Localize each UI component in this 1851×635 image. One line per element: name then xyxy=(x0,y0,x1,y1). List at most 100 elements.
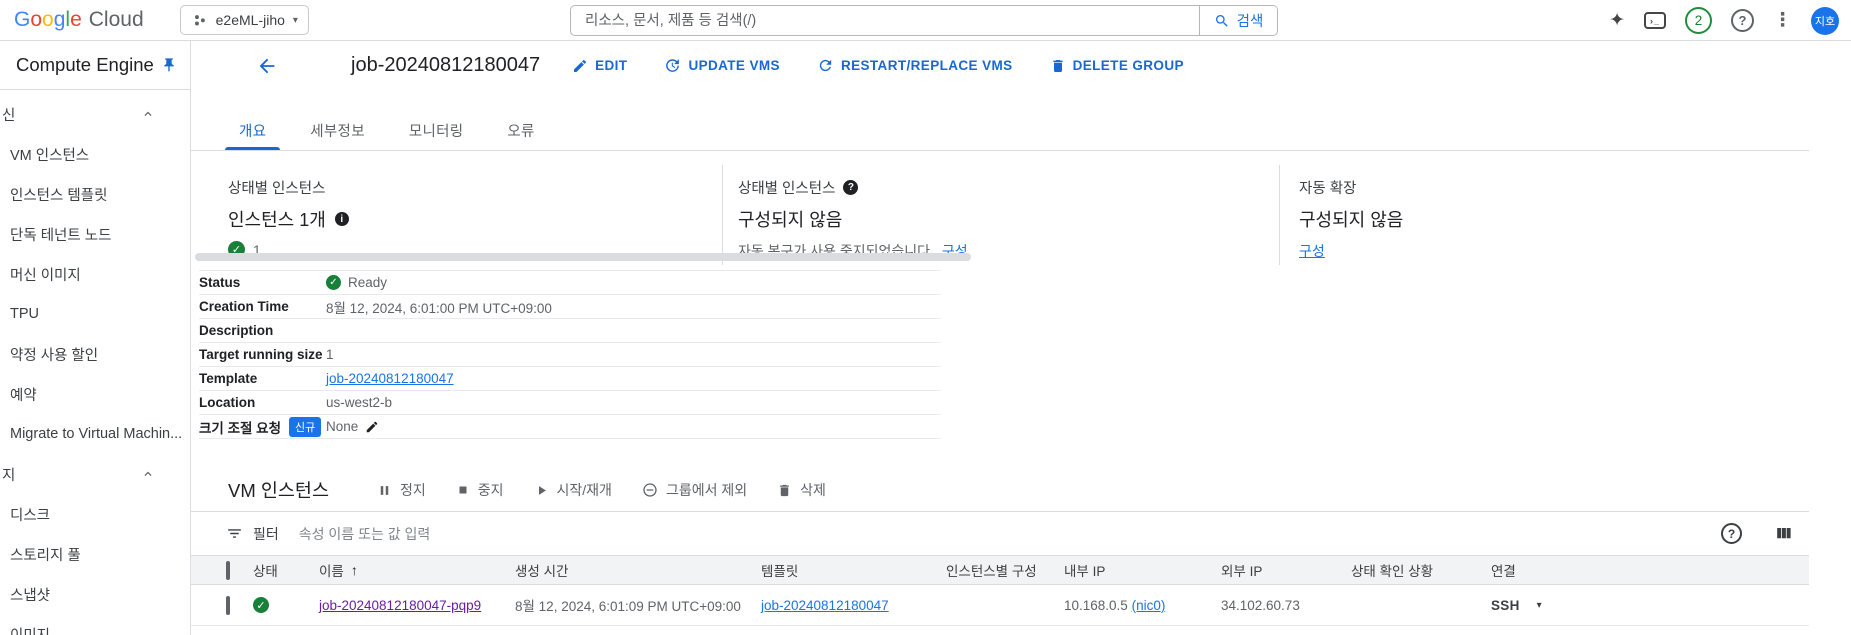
gemini-sparkle-icon[interactable]: ✦ xyxy=(1609,9,1625,32)
card-label: 자동 확장 xyxy=(1299,181,1357,197)
stop-label: 중지 xyxy=(477,482,504,498)
pause-button[interactable]: 정지 xyxy=(377,480,426,500)
col-header-created[interactable]: 생성 시간 xyxy=(515,560,761,580)
properties-list: Status ✓ Ready Creation Time 8월 12, 2024… xyxy=(199,270,941,439)
ssh-dropdown-caret[interactable]: ▾ xyxy=(1537,600,1542,611)
chevron-up-icon xyxy=(141,467,155,481)
help-icon[interactable]: ? xyxy=(1731,9,1754,32)
chevron-down-icon: ▾ xyxy=(292,14,298,26)
project-name: e2eML-jiho xyxy=(215,12,285,28)
sidebar-item-tpu[interactable]: TPU xyxy=(0,294,190,334)
sidebar-item-machine-images[interactable]: 머신 이미지 xyxy=(0,254,190,294)
property-label: 크기 조절 요청 xyxy=(199,420,282,436)
tab-overview[interactable]: 개요 xyxy=(217,111,288,150)
column-display-icon[interactable] xyxy=(1774,524,1793,543)
google-cloud-logo: Google Cloud xyxy=(14,8,144,32)
property-row-description: Description xyxy=(199,319,941,343)
play-icon xyxy=(534,483,549,498)
sidebar-section-vm[interactable]: 신 xyxy=(0,94,190,134)
restart-replace-vms-label: RESTART/REPLACE VMS xyxy=(840,58,1013,73)
property-label: Status xyxy=(199,275,241,290)
sidebar-item-snapshots[interactable]: 스냅샷 xyxy=(0,574,190,614)
col-header-internal-ip[interactable]: 내부 IP xyxy=(1064,560,1221,580)
sidebar-section-label: 신 xyxy=(2,107,16,124)
update-vms-button[interactable]: UPDATE VMS xyxy=(664,57,780,74)
avatar[interactable]: 지호 xyxy=(1811,6,1839,35)
status-ok-icon: ✓ xyxy=(326,275,341,290)
col-header-name[interactable]: 이름 xyxy=(319,560,344,580)
stop-icon xyxy=(456,483,470,497)
sidebar-item-disks[interactable]: 디스크 xyxy=(0,494,190,534)
instance-template-link[interactable]: job-20240812180047 xyxy=(761,598,889,613)
more-options-icon[interactable]: ⋮ xyxy=(1773,9,1792,32)
stop-button[interactable]: 중지 xyxy=(456,480,504,500)
remove-from-group-button[interactable]: 그룹에서 제외 xyxy=(642,480,747,500)
remove-circle-icon xyxy=(642,482,658,498)
project-selector[interactable]: e2eML-jiho ▾ xyxy=(179,5,309,35)
back-button[interactable] xyxy=(256,55,278,77)
configure-link[interactable]: 구성 xyxy=(1299,241,1325,261)
table-row: ✓ job-20240812180047-pqp9 8월 12, 2024, 6… xyxy=(191,585,1809,626)
status-value: Ready xyxy=(348,275,388,290)
internal-ip: 10.168.0.5 xyxy=(1064,597,1128,613)
col-header-health-check[interactable]: 상태 확인 상황 xyxy=(1351,560,1491,580)
delete-group-button[interactable]: DELETE GROUP xyxy=(1050,58,1184,74)
sort-ascending-icon[interactable]: ↑ xyxy=(351,562,358,578)
sidebar-section-storage[interactable]: 지 xyxy=(0,454,190,494)
tab-monitoring[interactable]: 모니터링 xyxy=(387,111,486,150)
filter-bar: 필터 ? xyxy=(191,511,1809,555)
start-resume-button[interactable]: 시작/재개 xyxy=(534,480,612,500)
update-icon xyxy=(664,57,681,74)
ssh-button[interactable]: SSH xyxy=(1491,598,1520,613)
topbar-actions: ✦ ›_ 2 ? ⋮ 지호 xyxy=(1609,0,1839,41)
sidebar-item-images[interactable]: 이미지 xyxy=(0,614,190,635)
logo-google: Google xyxy=(14,8,82,31)
col-header-per-instance-config[interactable]: 인스턴스별 구성 xyxy=(946,560,1064,580)
status-ok-icon: ✓ xyxy=(253,597,269,614)
sidebar-item-sole-tenant-nodes[interactable]: 단독 테넌트 노드 xyxy=(0,214,190,254)
row-checkbox[interactable] xyxy=(226,595,230,615)
horizontal-scrollbar[interactable] xyxy=(195,253,971,261)
creation-time-value: 8월 12, 2024, 6:01:00 PM UTC+09:00 xyxy=(326,300,552,316)
search-button[interactable]: 검색 xyxy=(1199,6,1277,35)
sidebar-item-committed-use-discounts[interactable]: 약정 사용 할인 xyxy=(0,334,190,374)
instance-name-link[interactable]: job-20240812180047-pqp9 xyxy=(319,598,481,613)
col-header-status[interactable]: 상태 xyxy=(253,560,319,580)
search-input[interactable] xyxy=(571,6,1199,35)
tab-details[interactable]: 세부정보 xyxy=(288,111,387,150)
location-value: us-west2-b xyxy=(326,395,393,410)
trash-icon xyxy=(777,483,792,498)
col-header-template[interactable]: 템플릿 xyxy=(761,560,946,580)
delete-button[interactable]: 삭제 xyxy=(777,480,826,500)
autoscaling-card: 자동 확장 구성되지 않음 구성 xyxy=(1279,165,1809,265)
sidebar-item-reservations[interactable]: 예약 xyxy=(0,374,190,414)
nic-link[interactable]: (nic0) xyxy=(1132,598,1166,613)
edit-pencil-icon[interactable] xyxy=(365,420,379,434)
sidebar-item-migrate-to-vm[interactable]: Migrate to Virtual Machin... xyxy=(0,414,190,454)
filter-button[interactable]: 필터 xyxy=(226,524,279,544)
tab-errors[interactable]: 오류 xyxy=(485,111,556,150)
help-icon[interactable]: ? xyxy=(843,180,859,195)
sidebar-item-vm-instances[interactable]: VM 인스턴스 xyxy=(0,134,190,174)
sidebar-item-instance-templates[interactable]: 인스턴스 템플릿 xyxy=(0,174,190,214)
restart-icon xyxy=(817,57,834,74)
select-all-checkbox[interactable] xyxy=(226,560,230,580)
help-icon[interactable]: ? xyxy=(1721,523,1742,544)
sidebar-nav: 신 VM 인스턴스 인스턴스 템플릿 단독 테넌트 노드 머신 이미지 TPU … xyxy=(0,90,190,635)
sidebar-item-storage-pools[interactable]: 스토리지 풀 xyxy=(0,534,190,574)
col-header-external-ip[interactable]: 외부 IP xyxy=(1221,560,1351,580)
edit-button[interactable]: EDIT xyxy=(572,58,627,74)
notifications-badge[interactable]: 2 xyxy=(1685,7,1712,34)
topbar: Google Cloud e2eML-jiho ▾ 검색 ✦ ›_ 2 ? ⋮ … xyxy=(0,0,1851,41)
filter-icon xyxy=(226,525,243,542)
vm-instances-section-header: VM 인스턴스 정지 중지 시작/재개 그룹에서 제외 삭제 xyxy=(228,473,826,507)
restart-replace-vms-button[interactable]: RESTART/REPLACE VMS xyxy=(817,57,1013,74)
filter-bar-icons: ? xyxy=(1721,523,1809,544)
info-icon[interactable]: i xyxy=(334,212,349,226)
template-link[interactable]: job-20240812180047 xyxy=(326,371,454,386)
filter-input[interactable] xyxy=(296,524,1721,543)
cloud-shell-button[interactable]: ›_ xyxy=(1644,12,1666,29)
pin-icon[interactable] xyxy=(161,57,177,73)
col-header-connect[interactable]: 연결 xyxy=(1491,560,1809,580)
remove-from-group-label: 그룹에서 제외 xyxy=(665,482,748,498)
